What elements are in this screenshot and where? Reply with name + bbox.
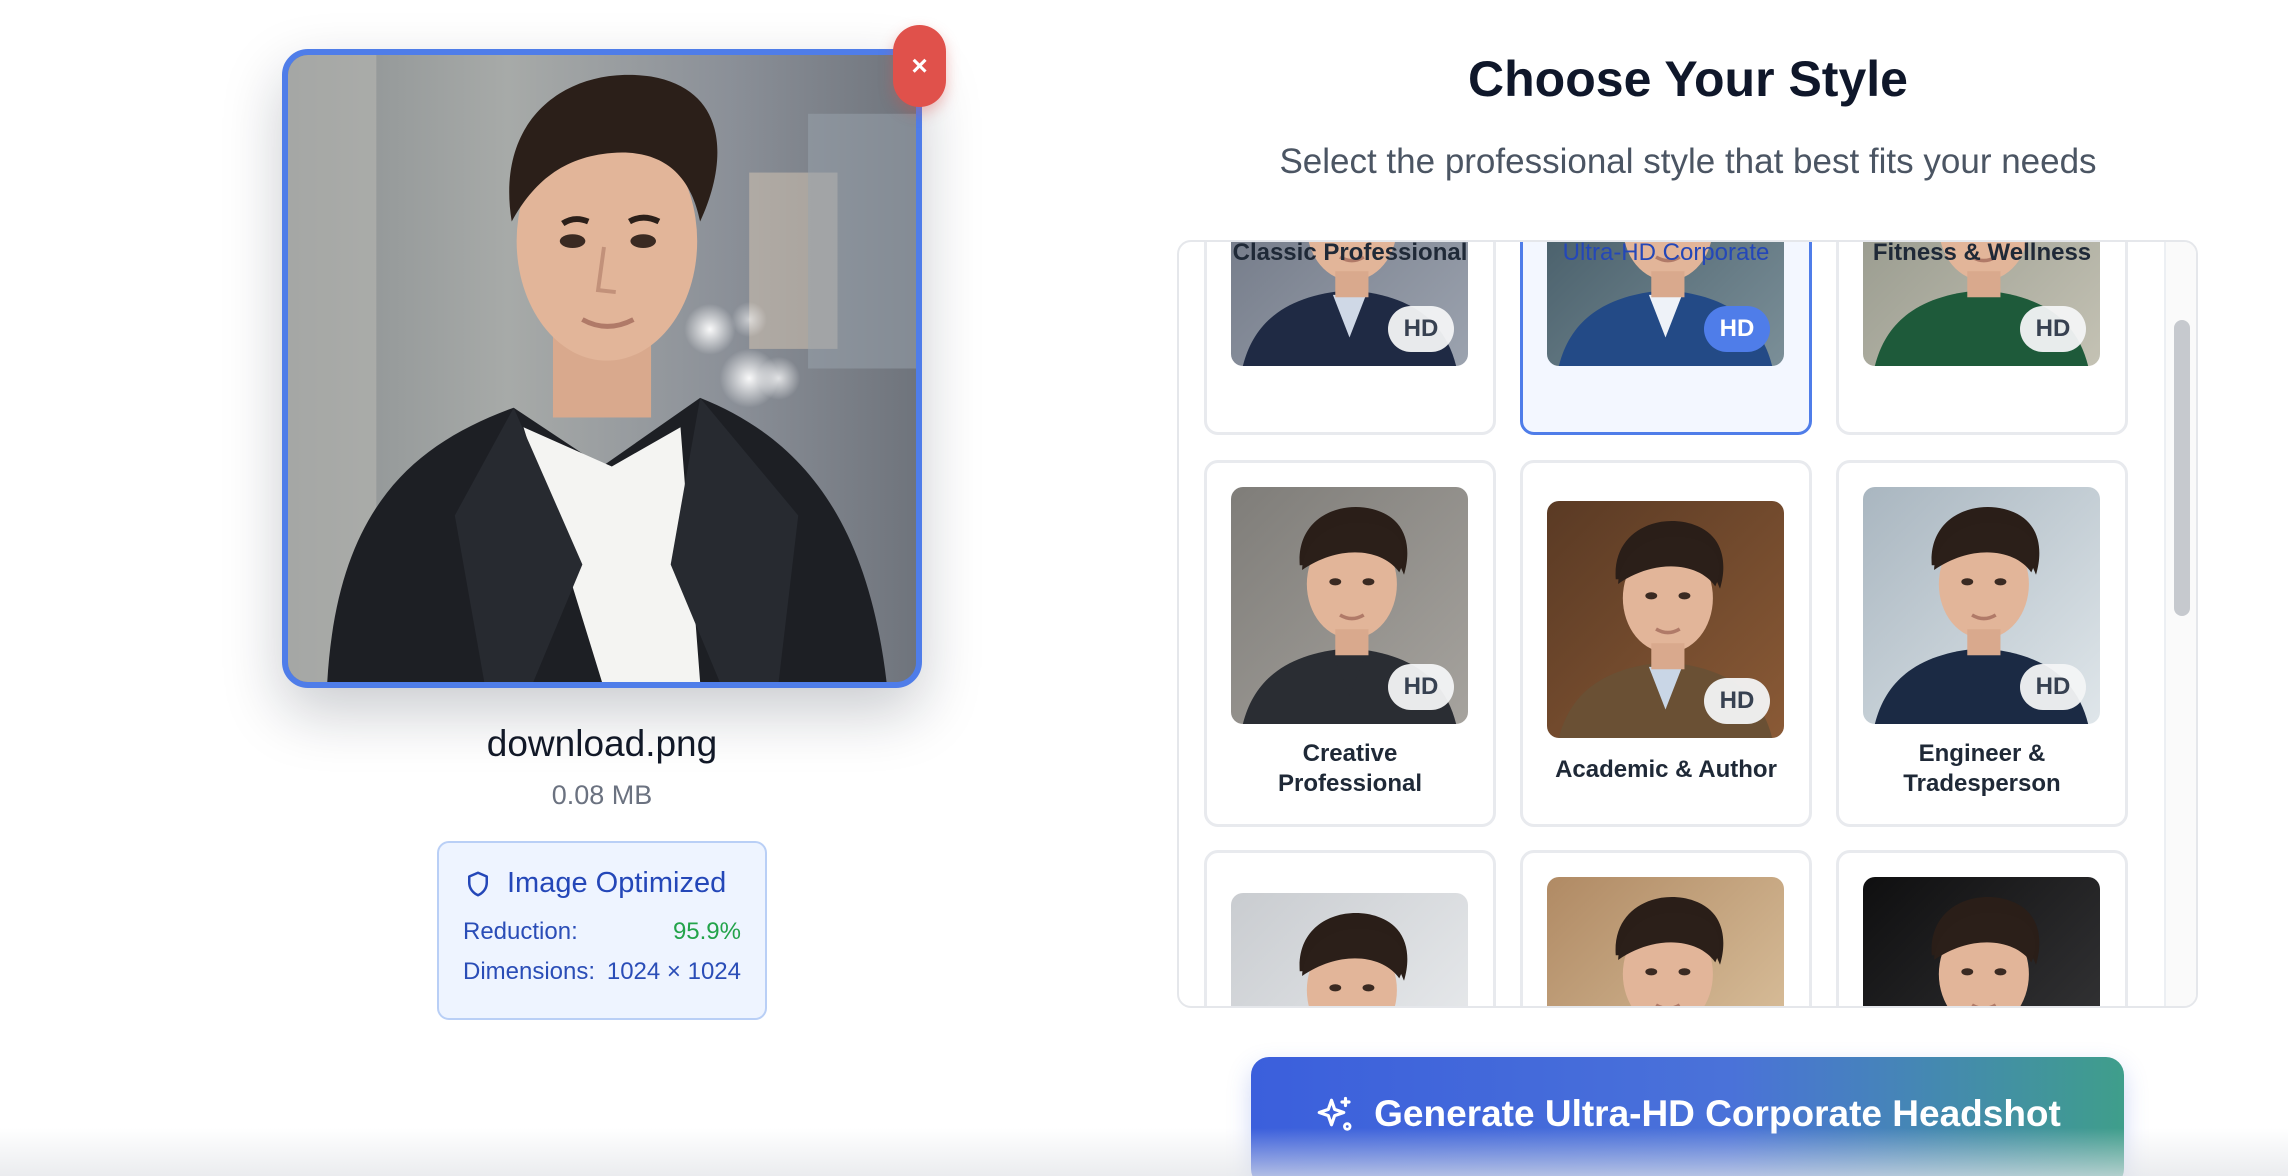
- hd-badge: HD: [2020, 306, 2086, 352]
- dimensions-label: Dimensions:: [463, 958, 596, 985]
- reduction-row: Reduction: 95.9%: [463, 918, 741, 946]
- hd-badge: HD: [1388, 306, 1454, 352]
- sparkles-icon: [1317, 1096, 1352, 1131]
- style-card-label: Creative Professional: [1277, 740, 1423, 797]
- style-card[interactable]: [1836, 850, 2128, 1006]
- hd-badge: HD: [1704, 306, 1770, 352]
- image-optimized-card: Image Optimized Reduction: 95.9% Dimensi…: [437, 841, 767, 1020]
- style-card-label: Ultra-HD Corporate: [1562, 240, 1770, 266]
- uploaded-photo: [282, 49, 922, 688]
- close-icon: ×: [911, 50, 928, 81]
- style-card[interactable]: HD Academic & Author: [1520, 460, 1812, 827]
- reduction-value: 95.9%: [672, 918, 741, 945]
- generate-label: Generate Ultra-HD Corporate Headshot: [1374, 1093, 2061, 1134]
- style-card[interactable]: HD Engineer & Tradesperson: [1836, 460, 2128, 827]
- style-card[interactable]: HD Fitness & Wellness: [1836, 240, 2128, 435]
- hd-badge: HD: [2020, 664, 2086, 710]
- portrait-library-tweed-icon: HD: [1547, 501, 1784, 738]
- portrait-photo: [288, 55, 916, 682]
- style-card[interactable]: HD Creative Professional: [1204, 460, 1496, 827]
- file-name: download.png: [486, 723, 718, 764]
- portrait-navy-polo-icon: HD: [1863, 487, 2100, 724]
- scrollbar[interactable]: [2164, 242, 2196, 1006]
- page-title: Choose Your Style: [1468, 51, 1908, 107]
- page-subtitle: Select the professional style that best …: [1279, 142, 2097, 181]
- portrait-warm-interior-icon: [1547, 877, 1784, 1006]
- scrollbar-thumb[interactable]: [2174, 320, 2190, 616]
- style-grid[interactable]: HD Classic Professional HD Ultra-HD Corpor…: [1177, 240, 2198, 1008]
- hd-badge: HD: [1704, 678, 1770, 724]
- dimensions-value: 1024 × 1024: [606, 958, 741, 985]
- portrait-black-and-white-icon: [1863, 877, 2100, 1006]
- dimensions-row: Dimensions: 1024 × 1024: [463, 958, 741, 986]
- style-card-label: Classic Professional: [1232, 240, 1468, 266]
- optimized-heading: Image Optimized: [463, 867, 741, 900]
- file-size: 0.08 MB: [551, 780, 653, 810]
- style-card[interactable]: [1204, 850, 1496, 1006]
- style-card-label: Fitness & Wellness: [1872, 240, 2092, 266]
- generate-headshot-button[interactable]: Generate Ultra-HD Corporate Headshot: [1251, 1057, 2124, 1176]
- portrait-black-turtleneck-icon: HD: [1231, 487, 1468, 724]
- style-card[interactable]: HD Ultra-HD Corporate: [1520, 240, 1812, 435]
- hd-badge: HD: [1388, 664, 1454, 710]
- portrait-office-icon: [1231, 893, 1468, 1006]
- remove-image-button[interactable]: ×: [893, 25, 946, 107]
- style-card[interactable]: HD Classic Professional: [1204, 240, 1496, 435]
- reduction-label: Reduction:: [463, 918, 578, 945]
- optimized-title: Image Optimized: [507, 867, 727, 899]
- style-card-label: Engineer & Tradesperson: [1903, 740, 2061, 797]
- style-card-label: Academic & Author: [1555, 756, 1777, 783]
- style-card[interactable]: [1520, 850, 1812, 1006]
- shield-icon: [468, 871, 488, 896]
